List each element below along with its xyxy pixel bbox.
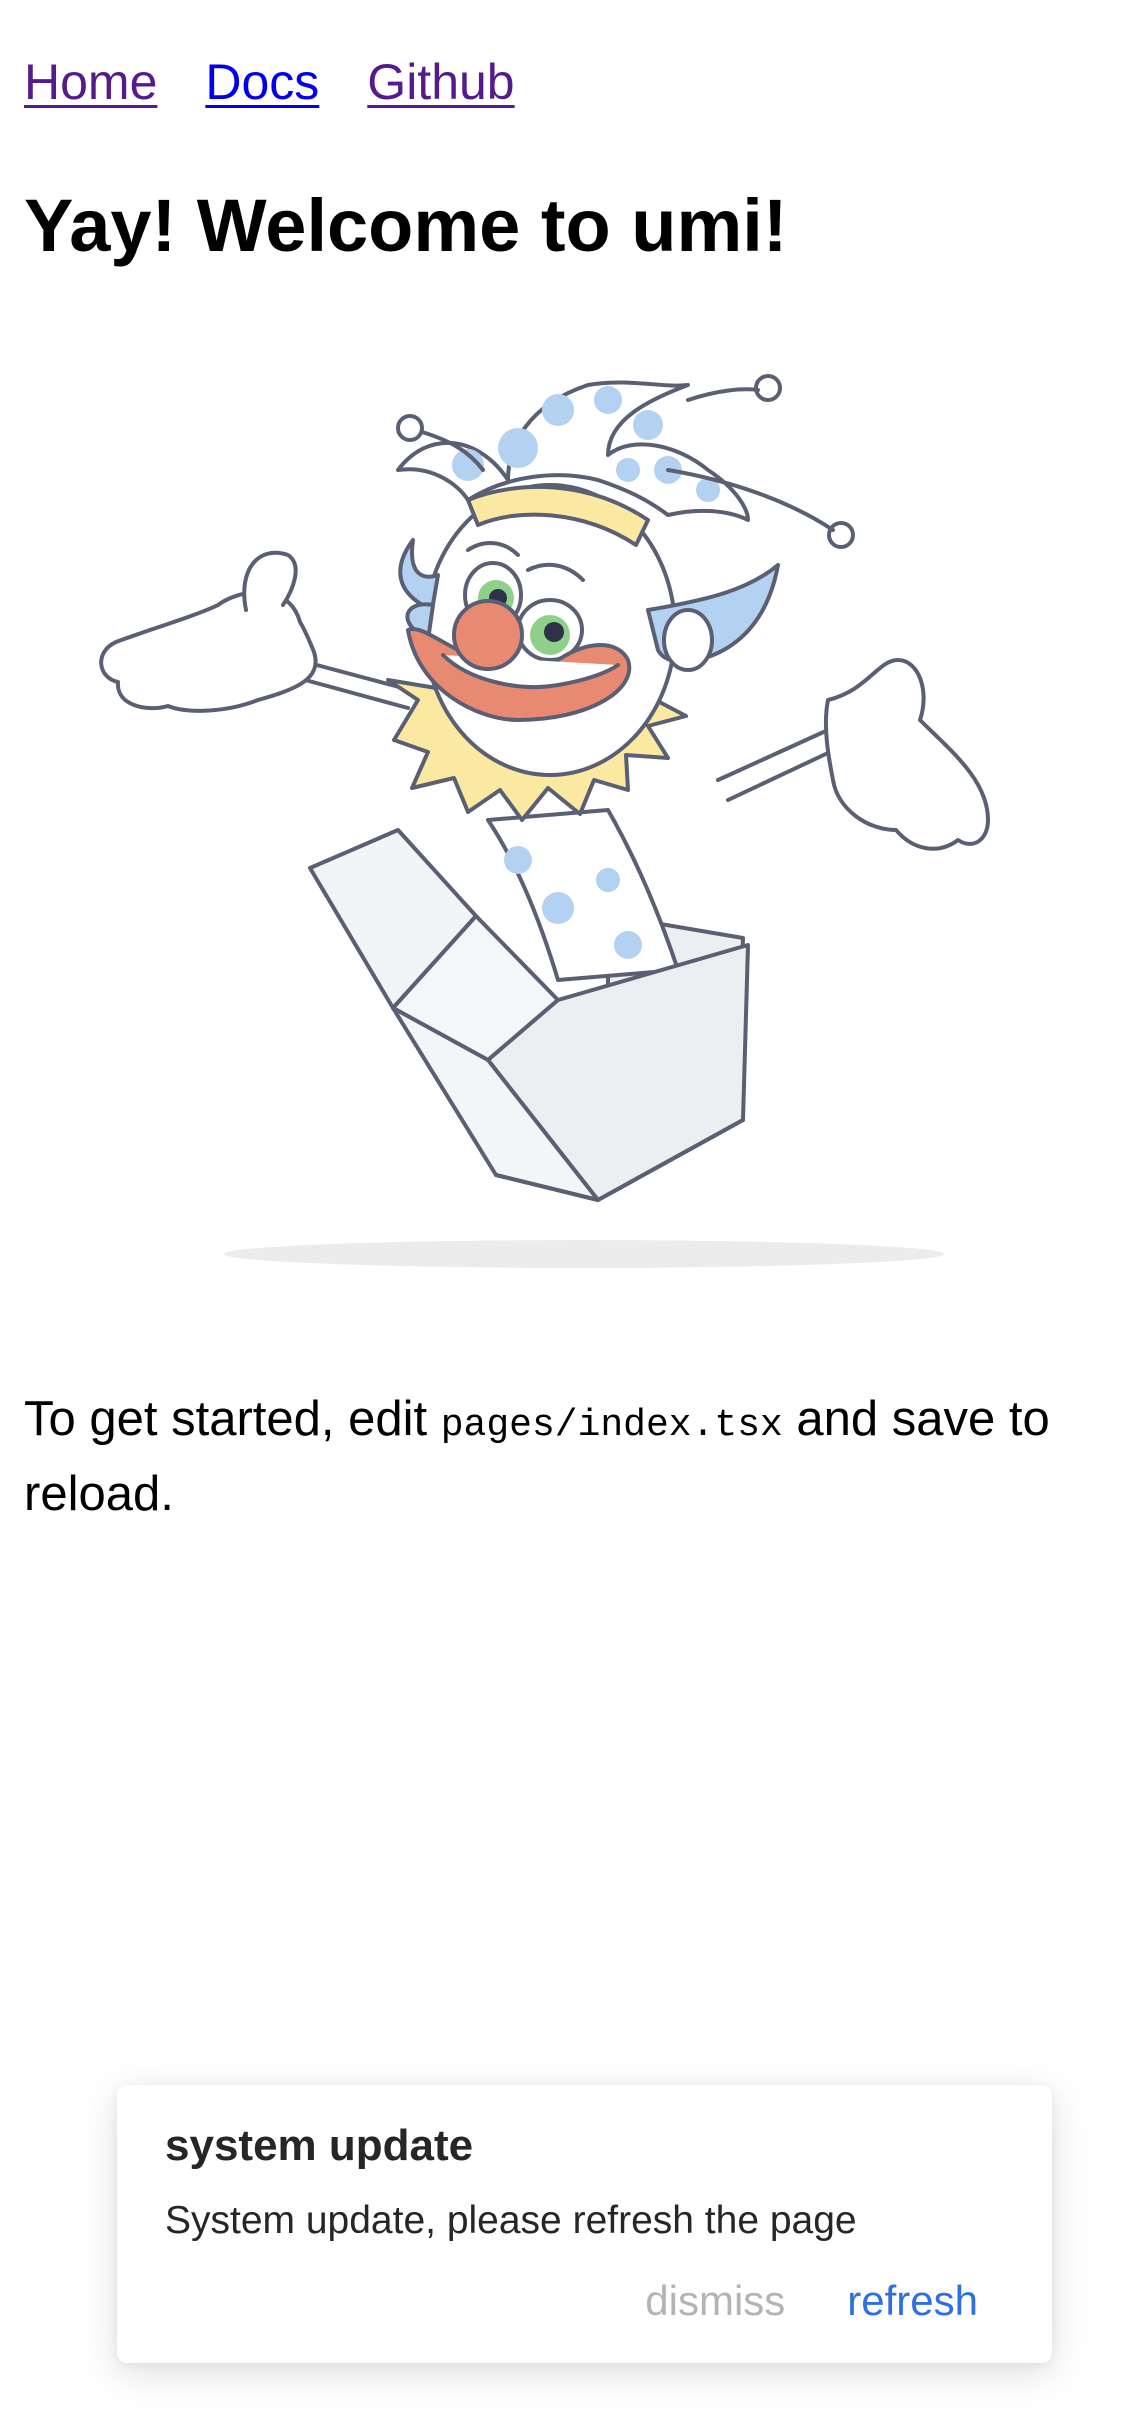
notification-actions: dismiss refresh bbox=[645, 2277, 978, 2325]
system-update-notification: system update System update, please refr… bbox=[117, 2085, 1052, 2363]
nav-link-home[interactable]: Home bbox=[24, 50, 157, 114]
intro-text-before: To get started, edit bbox=[24, 1392, 441, 1446]
intro-text: To get started, edit pages/index.tsx and… bbox=[24, 1385, 1114, 1528]
dismiss-button[interactable]: dismiss bbox=[645, 2277, 785, 2325]
intro-file-path: pages/index.tsx bbox=[440, 1404, 783, 1447]
notification-title: system update bbox=[165, 2121, 474, 2170]
clown-in-box-illustration bbox=[99, 374, 990, 1268]
refresh-button[interactable]: refresh bbox=[847, 2277, 978, 2325]
top-nav: Home Docs Github bbox=[24, 50, 515, 114]
page-title: Yay! Welcome to umi! bbox=[24, 184, 788, 267]
nav-link-github[interactable]: Github bbox=[367, 50, 514, 114]
nav-link-docs[interactable]: Docs bbox=[205, 50, 319, 114]
notification-message: System update, please refresh the page bbox=[165, 2199, 857, 2242]
